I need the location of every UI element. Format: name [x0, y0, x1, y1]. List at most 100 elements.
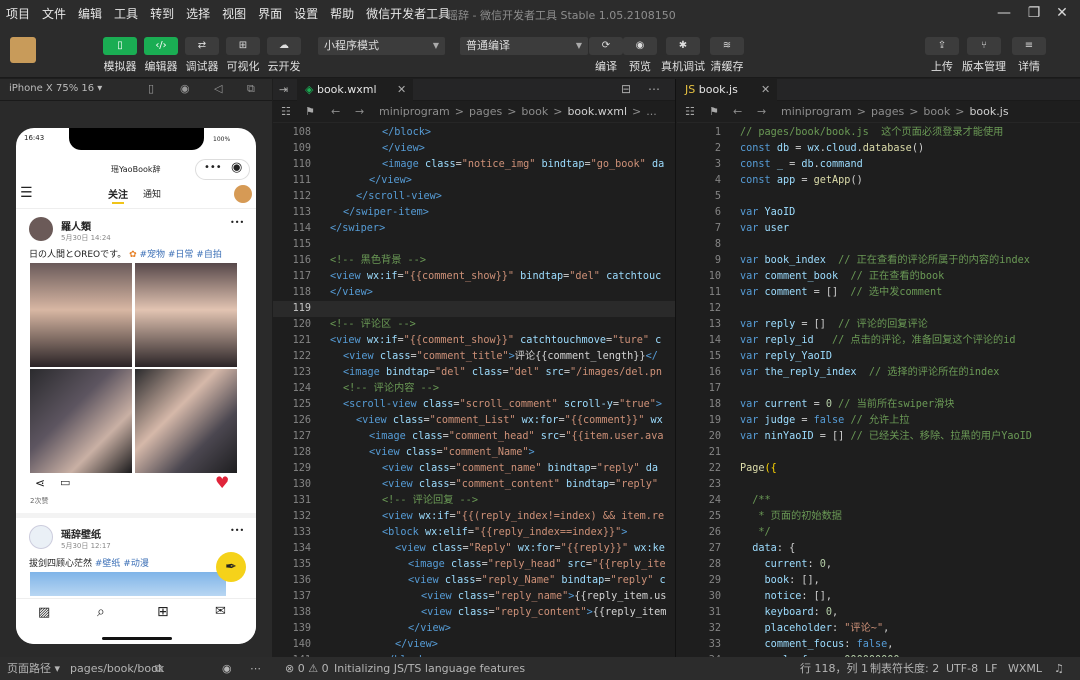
code-line[interactable]: 129 <view class="comment_name" bindtap="r… [273, 461, 675, 477]
close-icon[interactable]: ✕ [1052, 4, 1072, 22]
code-line[interactable]: 130 <view class="comment_content" bindtap… [273, 477, 675, 493]
bookmark-icon[interactable]: ⚑ [305, 101, 315, 123]
code-line[interactable]: 126 <view class="comment_List" wx:for="{{… [273, 413, 675, 429]
code-line[interactable]: 114 </swiper> [273, 221, 675, 237]
code-line[interactable]: 8 [677, 237, 1080, 253]
grid-icon[interactable]: ⊞ [157, 604, 169, 620]
menu-icon[interactable]: ☰ [20, 185, 33, 201]
close-circle-icon[interactable]: ◉ [231, 160, 242, 175]
menu-icon[interactable]: ≡ [1012, 37, 1046, 55]
forward-icon[interactable]: → [757, 101, 766, 123]
code-line[interactable]: 108 </block> [273, 125, 675, 141]
minimize-icon[interactable]: — [994, 4, 1014, 22]
language-mode[interactable]: WXML [1008, 657, 1042, 680]
code-line[interactable]: 16 var the_reply_index // 选择的评论所在的index [677, 365, 1080, 381]
copy-icon[interactable]: ⧉ [155, 657, 163, 680]
more-icon[interactable]: ••• [204, 162, 222, 173]
avatar[interactable] [234, 185, 252, 203]
code-icon[interactable]: ‹/› [144, 37, 178, 55]
code-line[interactable]: 125 <scroll-view class="scroll_comment" s… [273, 397, 675, 413]
code-line[interactable]: 111 </view> [273, 173, 675, 189]
code-line[interactable]: 25 * 页面的初始数据 [677, 509, 1080, 525]
avatar[interactable] [29, 217, 53, 241]
code-line[interactable]: 123 <image bindtap="del" class="del" src=… [273, 365, 675, 381]
code-line[interactable]: 9 var book_index // 正在查看的评论所属于的内容的index [677, 253, 1080, 269]
code-line[interactable]: 122 <view class="comment_title">评论{{comme… [273, 349, 675, 365]
code-line[interactable]: 21 [677, 445, 1080, 461]
capsule-menu[interactable]: ••• ◉ [195, 159, 250, 180]
bell-icon[interactable]: ♫ [1054, 657, 1064, 680]
list-icon[interactable]: ☷ [281, 101, 291, 123]
code-line[interactable]: 115 [273, 237, 675, 253]
menu-item[interactable]: 设置 [288, 5, 324, 22]
tab-size[interactable]: 制表符长度: 2 [870, 657, 939, 680]
code-line[interactable]: 27 data: { [677, 541, 1080, 557]
code-line[interactable]: 26 */ [677, 525, 1080, 541]
sound-icon[interactable]: ◁ [214, 82, 222, 95]
post-photo[interactable] [135, 263, 237, 367]
maximize-icon[interactable]: ❐ [1024, 4, 1044, 22]
code-line[interactable]: 113 </swiper-item> [273, 205, 675, 221]
more-icon[interactable]: ••• [230, 526, 244, 535]
breadcrumb-path[interactable]: miniprogram > pages > book > book.wxml >... [379, 101, 662, 123]
code-line[interactable]: 140 </view> [273, 637, 675, 653]
post-user[interactable]: 瑶辞壁纸 [61, 526, 101, 541]
code-line[interactable]: 117 <view wx:if="{{comment_show}}" bindta… [273, 269, 675, 285]
code-line[interactable]: 121 <view wx:if="{{comment_show}}" catcht… [273, 333, 675, 349]
post-photo[interactable] [30, 572, 226, 596]
code-line[interactable]: 131 <!-- 评论回复 --> [273, 493, 675, 509]
code-line[interactable]: 23 [677, 477, 1080, 493]
menu-item[interactable]: 微信开发者工具 [360, 5, 456, 22]
code-line[interactable]: 133 <block wx:elif="{{reply_index==index}… [273, 525, 675, 541]
code-line[interactable]: 120 <!-- 评论区 --> [273, 317, 675, 333]
more-icon[interactable]: ⋯ [250, 657, 261, 680]
menu-item[interactable]: 选择 [180, 5, 216, 22]
bug-icon[interactable]: ✱ [666, 37, 700, 55]
layout-icon[interactable]: ⊞ [226, 37, 260, 55]
code-line[interactable]: 28 current: 0, [677, 557, 1080, 573]
code-line[interactable]: 19 var judge = false // 允许上拉 [677, 413, 1080, 429]
code-line[interactable]: 127 <image class="comment_head" src="{{it… [273, 429, 675, 445]
device-select[interactable]: iPhone X 75% 16 ▾ [9, 83, 102, 94]
code-line[interactable]: 30 notice: [], [677, 589, 1080, 605]
cursor-position[interactable]: 行 118，列 1 [800, 657, 868, 680]
code-line[interactable]: 11 var comment = [] // 选中发comment [677, 285, 1080, 301]
eye-icon[interactable]: ◉ [623, 37, 657, 55]
more-icon[interactable]: ••• [230, 218, 244, 227]
code-line[interactable]: 138 <view class="reply_content">{{reply_i… [273, 605, 675, 621]
breadcrumb-item[interactable]: book.js [969, 105, 1008, 118]
record-icon[interactable]: ◉ [180, 82, 190, 95]
code-line[interactable]: 10 var comment_book // 正在查看的book [677, 269, 1080, 285]
menu-item[interactable]: 编辑 [72, 5, 108, 22]
menu-item[interactable]: 转到 [144, 5, 180, 22]
code-line[interactable]: 112 </scroll-view> [273, 189, 675, 205]
breadcrumb-item[interactable]: pages [469, 105, 502, 118]
back-icon[interactable]: ← [733, 101, 742, 123]
menu-item[interactable]: 视图 [216, 5, 252, 22]
project-avatar[interactable] [10, 37, 36, 63]
post-photo[interactable] [30, 369, 132, 473]
phone-icon[interactable]: ▯ [103, 37, 137, 55]
code-line[interactable]: 135 <image class="reply_head" src="{{repl… [273, 557, 675, 573]
code-line[interactable]: 33 comment_focus: false, [677, 637, 1080, 653]
cloud-icon[interactable]: ☁ [267, 37, 301, 55]
breadcrumb-item[interactable]: book.wxml [567, 105, 627, 118]
toolbar-label[interactable]: 清缓存 [702, 58, 752, 74]
code-line[interactable]: 110 <image class="notice_img" bindtap="go… [273, 157, 675, 173]
split-icon[interactable]: ⇥ [279, 83, 288, 96]
code-line[interactable]: 13 var reply = [] // 评论的回复评论 [677, 317, 1080, 333]
branch-icon[interactable]: ⑂ [967, 37, 1001, 55]
code-line[interactable]: 32 placeholder: "评论~", [677, 621, 1080, 637]
breadcrumb-item[interactable]: ... [646, 105, 657, 118]
error-count[interactable]: ⊗ 0 ⚠ 0 [285, 657, 329, 680]
close-icon[interactable]: ✕ [761, 79, 770, 101]
search-icon[interactable]: ⌕ [97, 604, 105, 620]
menu-item[interactable]: 文件 [36, 5, 72, 22]
breadcrumb-item[interactable]: pages [871, 105, 904, 118]
breadcrumb-item[interactable]: miniprogram [781, 105, 852, 118]
code-line[interactable]: 18 var current = 0 // 当前所在swiper滑块 [677, 397, 1080, 413]
code-line[interactable]: 124 <!-- 评论内容 --> [273, 381, 675, 397]
code-line[interactable]: 15 var reply_YaoID [677, 349, 1080, 365]
compose-button[interactable]: ✒ [216, 552, 246, 582]
code-line[interactable]: 119 [273, 301, 675, 317]
